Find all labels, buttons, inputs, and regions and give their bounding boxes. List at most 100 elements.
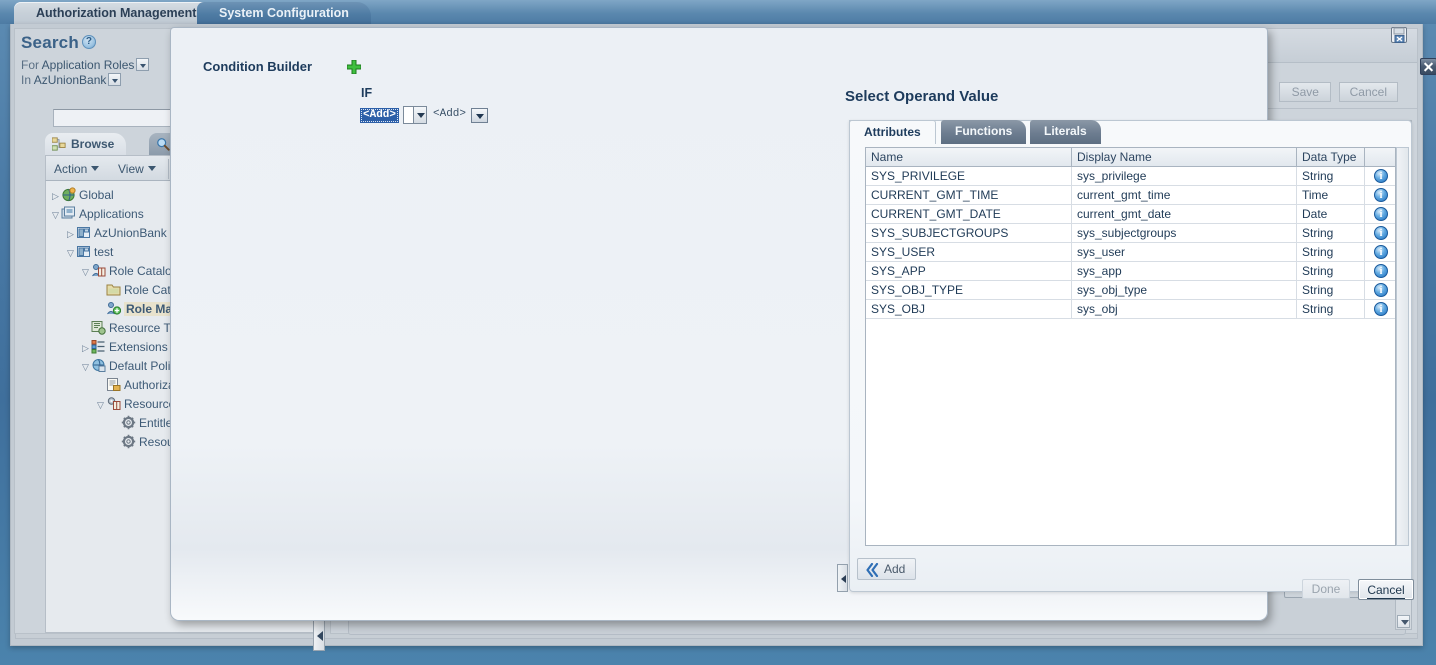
tree-twisty-expanded-icon[interactable]: ▽: [80, 358, 91, 377]
tab-authorization-management[interactable]: Authorization Management: [14, 2, 219, 24]
table-row[interactable]: CURRENT_GMT_DATE current_gmt_date Date i: [866, 205, 1395, 224]
add-button[interactable]: Add: [857, 558, 917, 580]
resource-catalog-icon: [107, 397, 121, 410]
select-operand-value-title: Select Operand Value: [845, 88, 999, 105]
tree-twisty-expanded-icon[interactable]: ▽: [95, 396, 106, 415]
save-document-icon[interactable]: [1390, 26, 1408, 44]
tree-twisty-expanded-icon[interactable]: ▽: [50, 206, 61, 225]
cell-display-name: current_gmt_date: [1072, 205, 1297, 223]
dialog-splitter-handle[interactable]: [837, 564, 848, 592]
tree-twisty-collapsed-icon[interactable]: ▷: [65, 225, 76, 244]
scroll-down-arrow-icon[interactable]: [1397, 615, 1410, 628]
collapse-left-handle-icon: [841, 575, 846, 583]
table-row[interactable]: SYS_SUBJECTGROUPS sys_subjectgroups String…: [866, 224, 1395, 243]
global-globe-icon: [62, 187, 76, 202]
dialog-cancel-button[interactable]: Cancel: [1358, 579, 1414, 600]
cell-name: SYS_PRIVILEGE: [866, 167, 1072, 185]
table-row[interactable]: SYS_PRIVILEGE sys_privilege String i: [866, 167, 1395, 186]
cell-info: i: [1365, 262, 1396, 280]
operator-dropdown[interactable]: [403, 106, 427, 124]
chevron-double-left-icon: [866, 563, 879, 577]
close-icon[interactable]: [1420, 58, 1436, 75]
cell-data-type: String: [1297, 243, 1365, 261]
info-icon[interactable]: i: [1374, 264, 1388, 278]
tree-twisty-expanded-icon[interactable]: ▽: [80, 263, 91, 282]
green-plus-icon: [347, 60, 361, 74]
cancel-button[interactable]: Cancel: [1338, 82, 1398, 102]
tree-item-label: AzUnionBank: [94, 226, 167, 240]
tree-item-role-catalog[interactable]: ▽ Role Catalog: [80, 262, 178, 281]
second-operand-label[interactable]: <Add>: [433, 108, 466, 120]
tree-twisty-collapsed-icon[interactable]: ▷: [80, 339, 91, 358]
tab-literals[interactable]: Literals: [1030, 120, 1101, 144]
tree-item-test[interactable]: ▽ test: [65, 243, 113, 262]
detail-action-buttons: Save Cancel: [1275, 82, 1398, 102]
tab-functions-label: Functions: [955, 124, 1013, 138]
cell-display-name: sys_app: [1072, 262, 1297, 280]
search-for-row: For Application Roles: [21, 58, 150, 72]
subtab-browse-label: Browse: [71, 137, 115, 151]
table-row[interactable]: SYS_USER sys_user String i: [866, 243, 1395, 262]
tree-twisty-collapsed-icon[interactable]: ▷: [50, 187, 61, 206]
tree-item-label: test: [94, 245, 114, 259]
chevron-down-icon: [91, 166, 100, 171]
column-header-name[interactable]: Name: [866, 148, 1072, 166]
cell-info: i: [1365, 300, 1396, 318]
left-region-collapse-handle[interactable]: [313, 617, 325, 651]
role-mapping-icon: [107, 302, 121, 315]
second-operand-dropdown[interactable]: [471, 108, 488, 123]
tab-literals-label: Literals: [1044, 124, 1087, 138]
cell-data-type: String: [1297, 224, 1365, 242]
tree-item-applications[interactable]: ▽ Applications: [50, 205, 144, 224]
add-button-label: Add: [884, 562, 906, 576]
info-icon[interactable]: i: [1374, 207, 1388, 221]
extensions-icon: [91, 340, 105, 354]
tree-item-global[interactable]: ▷ Global: [50, 186, 114, 205]
cell-display-name: current_gmt_time: [1072, 186, 1297, 204]
tree-twisty-expanded-icon[interactable]: ▽: [65, 244, 76, 263]
tree-item-label: Applications: [79, 207, 144, 221]
tab-attributes[interactable]: Attributes: [849, 120, 936, 144]
info-icon[interactable]: i: [1374, 226, 1388, 240]
tab-functions[interactable]: Functions: [941, 120, 1027, 144]
search-in-dropdown-icon[interactable]: [108, 73, 122, 86]
cell-info: i: [1365, 243, 1396, 261]
tab-system-configuration-label: System Configuration: [219, 6, 349, 20]
info-icon[interactable]: i: [1374, 302, 1388, 316]
cell-name: SYS_USER: [866, 243, 1072, 261]
resource-types-icon: [91, 321, 106, 335]
table-row[interactable]: SYS_OBJ sys_obj String i: [866, 300, 1395, 319]
info-icon[interactable]: i: [1374, 245, 1388, 259]
view-menu[interactable]: View: [118, 162, 156, 176]
tree-item-extensions[interactable]: ▷ Extensions: [80, 338, 168, 357]
column-header-data-type[interactable]: Data Type: [1297, 148, 1365, 166]
column-header-info[interactable]: [1365, 148, 1396, 166]
action-menu[interactable]: Action: [54, 162, 100, 176]
column-header-display-name[interactable]: Display Name: [1072, 148, 1297, 166]
attributes-table-scrollbar[interactable]: [1396, 147, 1409, 546]
cell-data-type: Date: [1297, 205, 1365, 223]
if-label: IF: [361, 86, 373, 100]
help-icon[interactable]: ?: [81, 35, 96, 49]
save-button[interactable]: Save: [1279, 82, 1332, 102]
tab-system-configuration[interactable]: System Configuration: [197, 2, 371, 24]
table-row[interactable]: SYS_APP sys_app String i: [866, 262, 1395, 281]
cell-display-name: sys_privilege: [1072, 167, 1297, 185]
search-for-dropdown-icon[interactable]: [136, 58, 150, 71]
dialog-title: Condition Builder: [203, 59, 313, 74]
done-button[interactable]: Done: [1302, 579, 1350, 599]
table-row[interactable]: CURRENT_GMT_TIME current_gmt_time Time i: [866, 186, 1395, 205]
tab-attributes-label: Attributes: [864, 125, 921, 139]
info-icon[interactable]: i: [1374, 283, 1388, 297]
subtab-browse[interactable]: Browse: [45, 133, 127, 155]
role-catalog-icon: [92, 264, 106, 277]
attributes-table[interactable]: Name Display Name Data Type SYS_PRIVILEG…: [865, 147, 1409, 546]
operand-add-chip[interactable]: <Add>: [360, 108, 400, 123]
tree-item-azunionbank[interactable]: ▷ AzUnionBank: [65, 224, 167, 243]
table-row[interactable]: SYS_OBJ_TYPE sys_obj_type String i: [866, 281, 1395, 300]
info-icon[interactable]: i: [1374, 188, 1388, 202]
gear-icon: [121, 415, 136, 430]
cell-name: SYS_OBJ_TYPE: [866, 281, 1072, 299]
info-icon[interactable]: i: [1374, 169, 1388, 183]
search-magnifier-icon: [157, 138, 170, 151]
